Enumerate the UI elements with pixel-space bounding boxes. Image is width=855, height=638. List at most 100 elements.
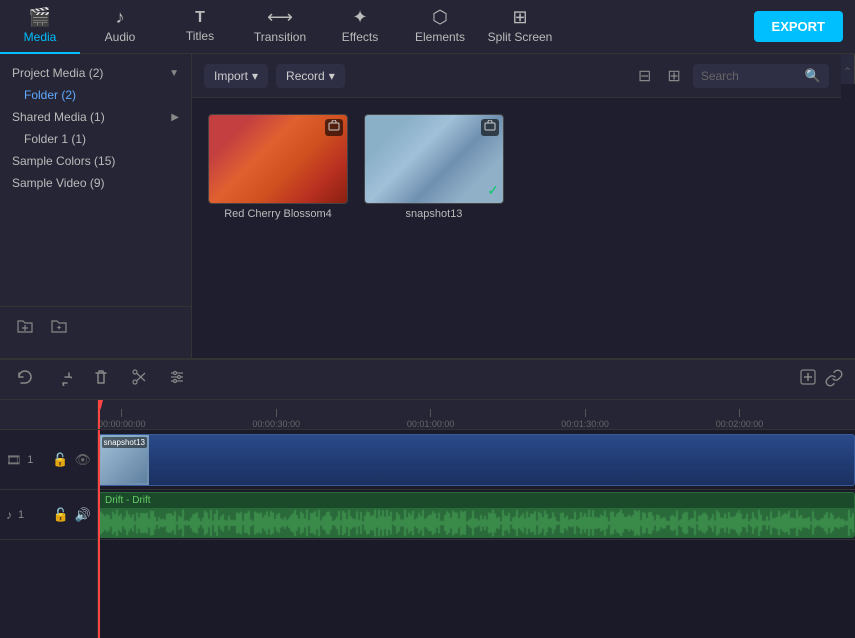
sidebar-folder1-label: Folder 1 (1) bbox=[24, 132, 179, 146]
nav-media[interactable]: 🎬 Media bbox=[0, 0, 80, 54]
sidebar-item-folder-1[interactable]: Folder 1 (1) bbox=[0, 128, 191, 150]
content-toolbar: Import ▾ Record ▾ ⊟ ⊞ 🔍 bbox=[192, 54, 841, 98]
audio-lock-icon[interactable]: 🔓 bbox=[53, 507, 69, 523]
redo-button[interactable] bbox=[50, 366, 76, 393]
timeline-body: 🎞 1 🔓 👁 ♪ 1 🔓 🔊 00:00:00:00 bbox=[0, 400, 855, 638]
nav-titles-label: Titles bbox=[186, 29, 214, 43]
export-button[interactable]: EXPORT bbox=[754, 11, 843, 42]
timeline-ruler: 00:00:00:00 00:00:30:00 00:01:00:00 00:0… bbox=[98, 400, 855, 430]
sidebar: Project Media (2) ▼ Folder (2) Shared Me… bbox=[0, 54, 192, 358]
nav-transition[interactable]: ⟷ Transition bbox=[240, 0, 320, 54]
import-chevron-icon: ▾ bbox=[252, 69, 258, 83]
photo-badge-cherry bbox=[325, 119, 343, 136]
nav-splitscreen[interactable]: ⊞ Split Screen bbox=[480, 0, 560, 54]
elements-icon: ⬡ bbox=[432, 7, 448, 28]
sidebar-item-project-media[interactable]: Project Media (2) ▼ bbox=[0, 62, 191, 84]
clip-thumb-label: snapshot13 bbox=[102, 437, 147, 448]
audio-clip[interactable]: Drift - Drift bbox=[98, 492, 855, 538]
sidebar-sample-colors-label: Sample Colors (15) bbox=[12, 154, 179, 168]
nav-audio-label: Audio bbox=[105, 30, 136, 44]
nav-audio[interactable]: ♪ Audio bbox=[80, 0, 160, 54]
effects-icon: ✦ bbox=[352, 7, 367, 28]
tracks-area: snapshot13 Drift - Drift bbox=[98, 430, 855, 638]
svg-text:✦: ✦ bbox=[56, 324, 62, 332]
video-clip[interactable]: snapshot13 bbox=[98, 434, 855, 486]
audio-icon: ♪ bbox=[116, 7, 125, 28]
ruler-mark-2: 00:01:00:00 bbox=[407, 409, 455, 429]
video-clip-name bbox=[149, 458, 161, 462]
photo-badge-snapshot bbox=[481, 119, 499, 136]
audio-track: Drift - Drift bbox=[98, 490, 855, 540]
media-item-snapshot[interactable]: ✓ snapshot13 bbox=[364, 114, 504, 220]
nav-effects[interactable]: ✦ Effects bbox=[320, 0, 400, 54]
add-smart-folder-button[interactable]: ✦ bbox=[46, 315, 72, 342]
timeline-toolbar bbox=[0, 360, 855, 400]
nav-transition-label: Transition bbox=[254, 30, 306, 44]
grid-view-icon[interactable]: ⊞ bbox=[663, 62, 684, 90]
sidebar-item-shared-media[interactable]: Shared Media (1) ▶ bbox=[0, 106, 191, 128]
filter-icon[interactable]: ⊟ bbox=[634, 62, 655, 90]
link-button[interactable] bbox=[825, 368, 843, 391]
sidebar-folder2-label: Folder (2) bbox=[24, 88, 179, 102]
search-input[interactable] bbox=[701, 69, 801, 83]
ruler-mark-3: 00:01:30:00 bbox=[561, 409, 609, 429]
eye-icon[interactable]: 👁 bbox=[74, 452, 91, 468]
sidebar-project-media-label: Project Media (2) bbox=[12, 66, 169, 80]
adjust-button[interactable] bbox=[164, 366, 190, 393]
sidebar-item-sample-colors[interactable]: Sample Colors (15) bbox=[0, 150, 191, 172]
lock-icon[interactable]: 🔓 bbox=[52, 452, 68, 468]
add-folder-button[interactable] bbox=[12, 315, 38, 342]
record-label: Record bbox=[286, 69, 325, 83]
cut-button[interactable] bbox=[126, 366, 152, 393]
nav-media-label: Media bbox=[24, 30, 57, 44]
selected-check-icon: ✓ bbox=[487, 182, 499, 199]
undo-button[interactable] bbox=[12, 366, 38, 393]
waveform bbox=[99, 508, 854, 538]
add-track-button[interactable] bbox=[799, 368, 817, 391]
chevron-right-icon: ▶ bbox=[171, 112, 179, 123]
media-icon: 🎬 bbox=[29, 7, 51, 28]
media-thumb-snapshot: ✓ bbox=[364, 114, 504, 204]
record-dropdown[interactable]: Record ▾ bbox=[276, 64, 345, 88]
video-track-icon: 🎞 bbox=[6, 453, 21, 467]
extra-track bbox=[98, 540, 855, 580]
record-chevron-icon: ▾ bbox=[329, 69, 335, 83]
audio-clip-name: Drift - Drift bbox=[99, 493, 854, 508]
timeline-ruler-tracks: 00:00:00:00 00:00:30:00 00:01:00:00 00:0… bbox=[98, 400, 855, 638]
audio-track-label: ♪ 1 🔓 🔊 bbox=[0, 490, 97, 540]
sidebar-item-folder-2[interactable]: Folder (2) bbox=[0, 84, 191, 106]
ruler-mark-0: 00:00:00:00 bbox=[98, 409, 146, 429]
top-nav: 🎬 Media ♪ Audio T Titles ⟷ Transition ✦ … bbox=[0, 0, 855, 54]
video-track-label: 🎞 1 🔓 👁 bbox=[0, 430, 97, 490]
media-name-cherry: Red Cherry Blossom4 bbox=[208, 208, 348, 220]
extra-track-label bbox=[0, 540, 97, 638]
transition-icon: ⟷ bbox=[267, 7, 293, 28]
import-label: Import bbox=[214, 69, 248, 83]
content-area: Import ▾ Record ▾ ⊟ ⊞ 🔍 bbox=[192, 54, 841, 358]
ruler-spacer bbox=[0, 400, 97, 430]
audio-track-icon: ♪ bbox=[6, 508, 12, 522]
nav-effects-label: Effects bbox=[342, 30, 378, 44]
ruler-mark-4: 00:02:00:00 bbox=[716, 409, 764, 429]
nav-titles[interactable]: T Titles bbox=[160, 0, 240, 54]
waveform-canvas bbox=[99, 508, 854, 538]
media-name-snapshot: snapshot13 bbox=[364, 208, 504, 220]
sidebar-sample-video-label: Sample Video (9) bbox=[12, 176, 179, 190]
main-area: Project Media (2) ▼ Folder (2) Shared Me… bbox=[0, 54, 855, 358]
delete-button[interactable] bbox=[88, 366, 114, 393]
import-dropdown[interactable]: Import ▾ bbox=[204, 64, 268, 88]
playhead bbox=[98, 400, 100, 429]
timeline-section: 🎞 1 🔓 👁 ♪ 1 🔓 🔊 00:00:00:00 bbox=[0, 358, 855, 638]
sidebar-item-sample-video[interactable]: Sample Video (9) bbox=[0, 172, 191, 194]
audio-volume-icon[interactable]: 🔊 bbox=[75, 507, 91, 523]
search-icon[interactable]: 🔍 bbox=[805, 68, 821, 84]
titles-icon: T bbox=[195, 9, 205, 27]
video-track: snapshot13 bbox=[98, 430, 855, 490]
nav-elements[interactable]: ⬡ Elements bbox=[400, 0, 480, 54]
media-grid: Red Cherry Blossom4 ✓ snapshot13 bbox=[192, 98, 841, 358]
nav-elements-label: Elements bbox=[415, 30, 465, 44]
nav-splitscreen-label: Split Screen bbox=[488, 30, 553, 44]
media-item-cherry[interactable]: Red Cherry Blossom4 bbox=[208, 114, 348, 220]
collapse-panel-button[interactable]: ‹ bbox=[841, 54, 855, 84]
audio-track-number: 1 bbox=[18, 509, 24, 521]
